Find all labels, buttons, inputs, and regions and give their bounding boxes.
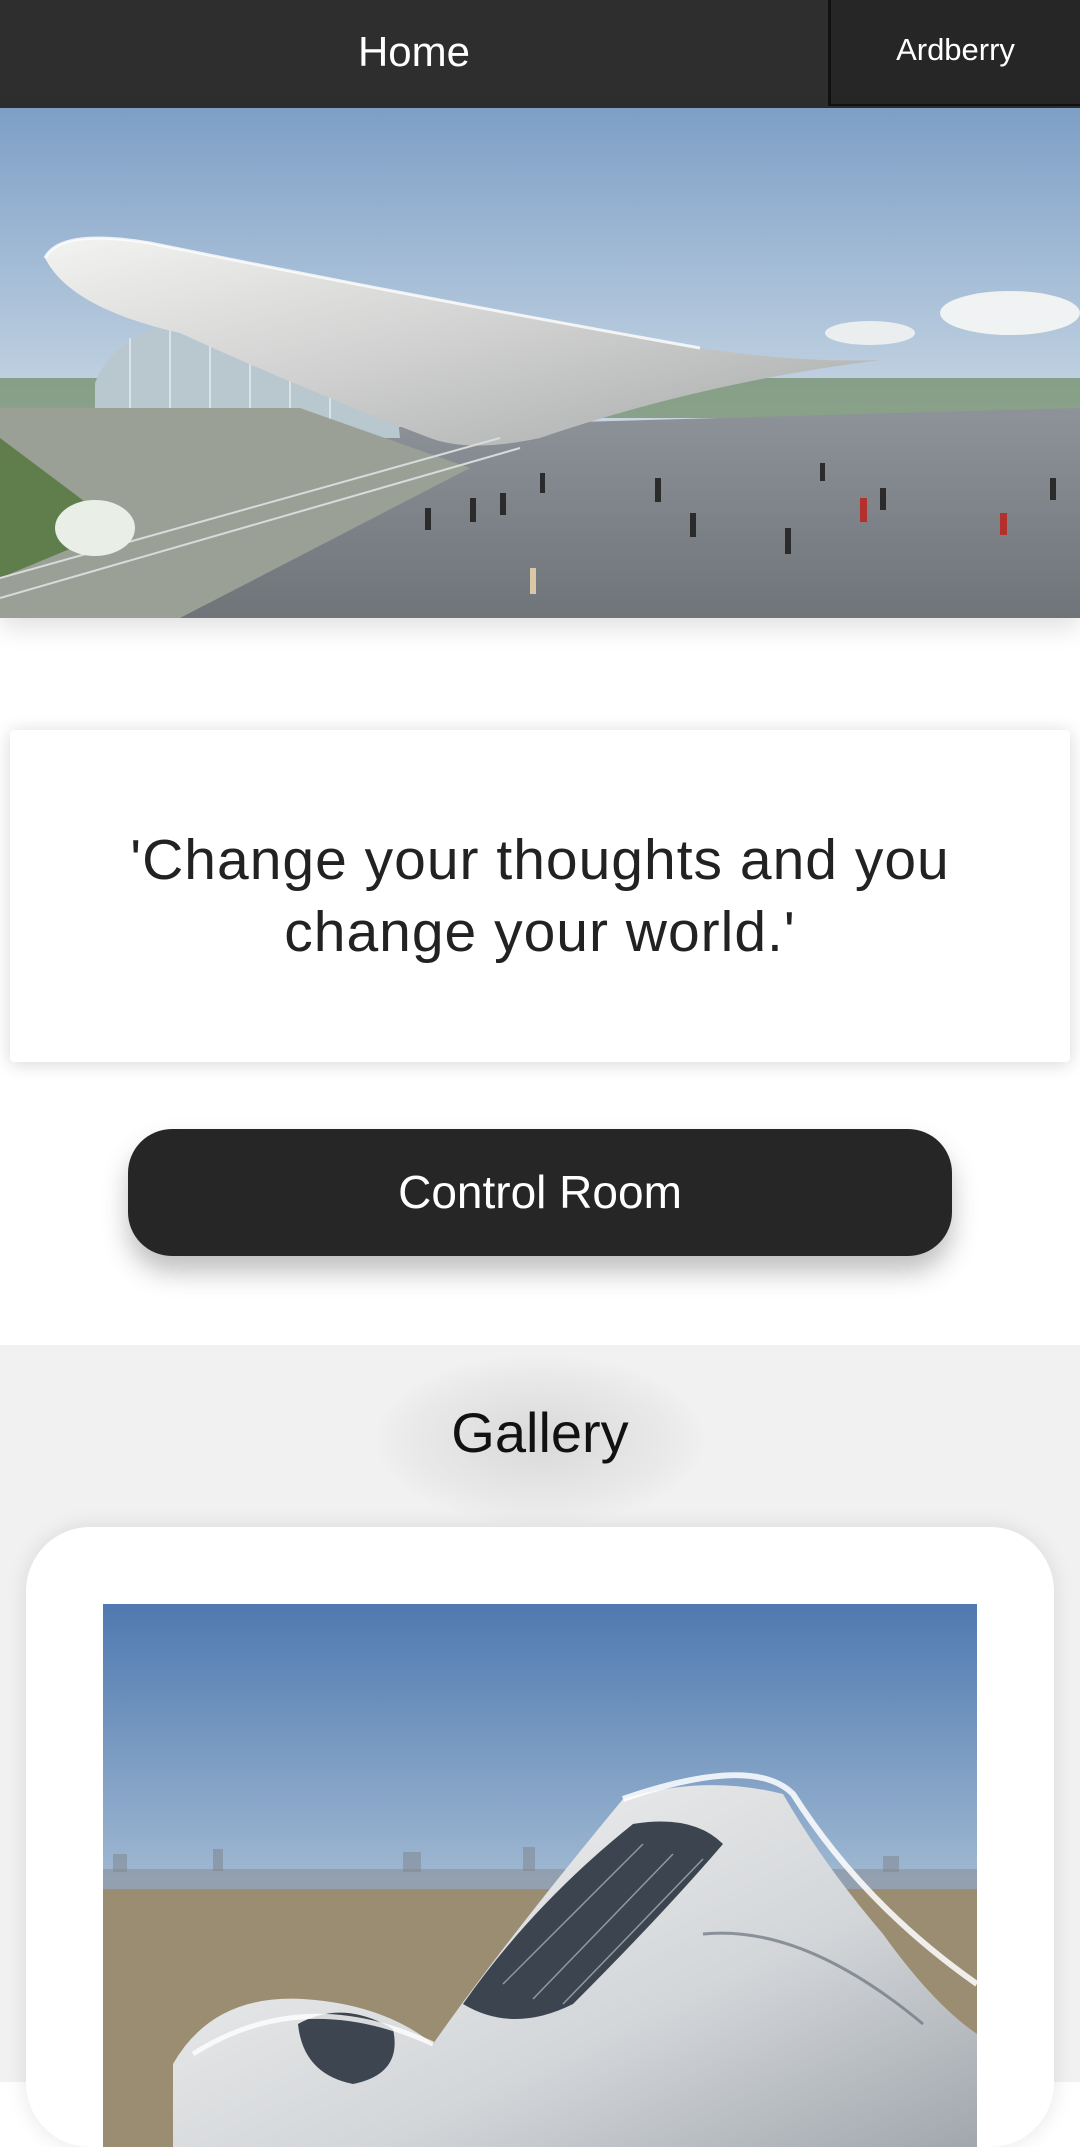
gallery-title: Gallery	[451, 1401, 629, 1464]
quote-text: 'Change your thoughts and you change you…	[130, 828, 950, 964]
control-room-button[interactable]: Control Room	[128, 1129, 952, 1256]
gallery-card[interactable]	[26, 1527, 1054, 2147]
gallery-image[interactable]	[103, 1604, 977, 2147]
quote-card: 'Change your thoughts and you change you…	[10, 730, 1070, 1062]
top-nav-bar: Home Ardberry	[0, 0, 1080, 108]
brand-tab[interactable]: Ardberry	[828, 0, 1080, 106]
hero-image	[0, 108, 1080, 618]
page-title[interactable]: Home	[0, 0, 828, 108]
